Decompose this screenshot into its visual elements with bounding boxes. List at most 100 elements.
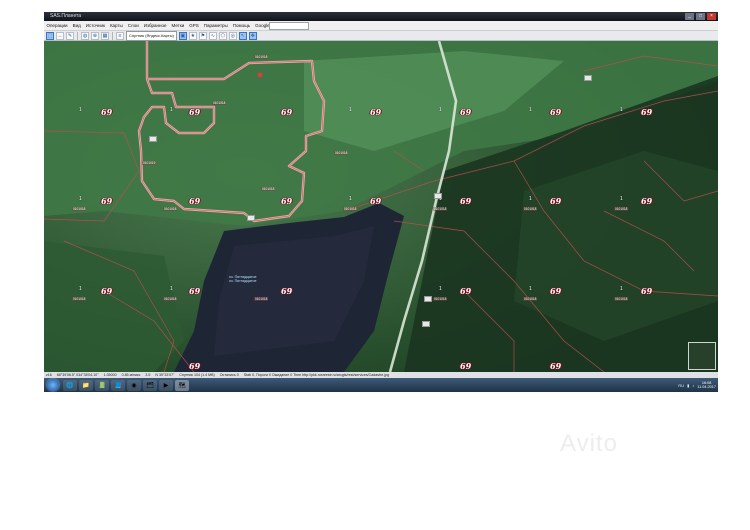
map-scale: 1:35000	[103, 373, 117, 377]
edit-icon[interactable]: ✎	[66, 31, 74, 40]
cursor-coordinates: 68°39'06.5" 034°35'04.10"	[56, 373, 99, 377]
map-marker	[149, 136, 157, 142]
map-source-select[interactable]: Спутник (Яндекс.Карты)	[126, 30, 177, 41]
menu-source[interactable]: Источник	[83, 21, 107, 30]
parcel-id: 0101018	[212, 101, 227, 105]
menu-view[interactable]: Вид	[70, 21, 83, 30]
grid-icon[interactable]: ▦	[101, 31, 109, 40]
zone-label: 69	[550, 107, 562, 117]
path-icon[interactable]: ∿	[208, 31, 217, 40]
ruler-icon[interactable]: ↔	[56, 31, 64, 40]
minimap[interactable]	[688, 342, 716, 370]
zone-label: 69	[460, 196, 472, 206]
sub-label: 1	[439, 286, 442, 292]
zoom-icon[interactable]: ⊕	[91, 31, 99, 40]
layers-icon[interactable]: ≡	[116, 31, 124, 40]
parcel-id: 0101018	[433, 207, 448, 211]
zone-label: 69	[550, 196, 562, 206]
zoom-level: z16	[46, 373, 52, 377]
volume-icon[interactable]: ♪	[692, 383, 694, 388]
zone-label: 69	[189, 107, 201, 117]
gps-icon[interactable]: ◎	[228, 31, 237, 40]
clock-date: 11.04.2017	[697, 385, 716, 389]
sub-label: 1	[439, 107, 442, 113]
zone-label: 69	[370, 107, 382, 117]
excel-icon[interactable]: 📗	[95, 379, 109, 391]
cursor-icon[interactable]: ↖	[238, 31, 247, 40]
search-input[interactable]	[269, 22, 309, 30]
parcel-id: 0101018	[433, 297, 448, 301]
resolution: 0.85 м/пикс	[121, 373, 141, 377]
parcel-id: 0101018	[614, 207, 629, 211]
title-bar: SAS.Планета _ □ ×	[44, 12, 718, 21]
close-button[interactable]: ×	[707, 13, 716, 20]
lake-label: оз. Пятнадцатое оз. Пятнадцатое	[229, 275, 256, 283]
select-icon[interactable]: ⬚	[46, 31, 54, 40]
explorer-icon[interactable]: 🗂	[143, 379, 157, 391]
menu-marks[interactable]: Метки	[169, 21, 187, 30]
sub-label: 1	[170, 107, 173, 113]
maximize-button[interactable]: □	[696, 13, 705, 20]
network-icon[interactable]: ▮	[687, 383, 689, 388]
sub-label: 1	[170, 286, 173, 292]
menu-maps[interactable]: Карты	[107, 21, 125, 30]
zone-label: 69	[281, 196, 293, 206]
tile-info: Спутник 104 (1.4 MB)	[179, 373, 215, 377]
sub-label: 1	[529, 286, 532, 292]
zone-label: 69	[550, 286, 562, 296]
globe-icon[interactable]: ◍	[81, 31, 89, 40]
latitude-readout: N 35°33'07"	[155, 373, 175, 377]
sub-label: 1	[349, 107, 352, 113]
sub-label: 1	[620, 196, 623, 202]
map-marker	[434, 193, 442, 199]
map-marker	[584, 75, 592, 81]
star-icon[interactable]: ★	[188, 31, 197, 40]
menu-settings[interactable]: Параметры	[201, 21, 230, 30]
zone-label: 69	[101, 286, 113, 296]
clock[interactable]: 16:08 11.04.2017	[697, 381, 716, 390]
menu-gps[interactable]: GPS	[187, 21, 202, 30]
overlay-icon[interactable]: ▣	[178, 31, 187, 40]
watermark: Avito	[560, 430, 618, 457]
minimize-button[interactable]: _	[685, 13, 694, 20]
menu-operations[interactable]: Операции	[44, 21, 70, 30]
toolbar: ⬚ ↔ ✎ ◍ ⊕ ▦ ≡ Спутник (Яндекс.Карты) ▣ ★…	[44, 30, 718, 41]
parcel-id: 0101018	[254, 55, 269, 59]
zone-label: 69	[641, 107, 653, 117]
language-indicator[interactable]: RU	[678, 383, 684, 388]
sub-label: 1	[529, 107, 532, 113]
parcel-id: 0101018	[261, 187, 276, 191]
sub-label: 1	[620, 107, 623, 113]
zone-label: 69	[460, 107, 472, 117]
queue-info: Остались 0	[219, 373, 239, 377]
zone-label: 69	[189, 361, 201, 371]
marker-icon[interactable]: ⚑	[198, 31, 207, 40]
move-icon[interactable]: ✥	[248, 31, 257, 40]
sub-label: 1	[529, 196, 532, 202]
menu-favorites[interactable]: Избранное	[141, 21, 169, 30]
location-marker	[257, 72, 263, 78]
ie-icon[interactable]: 🌐	[63, 379, 77, 391]
toolbar-separator	[112, 31, 113, 40]
folder-icon[interactable]: 📁	[79, 379, 93, 391]
system-tray: RU ▮ ♪ 16:08 11.04.2017	[678, 379, 716, 391]
parcel-id: 0101018	[163, 297, 178, 301]
download-status: Stab 0, Пороги 0 Ожидание 0 Time http://…	[243, 373, 390, 377]
media-icon[interactable]: ▶	[159, 379, 173, 391]
zone-label: 69	[281, 107, 293, 117]
word-icon[interactable]: 📘	[111, 379, 125, 391]
sasplanet-icon[interactable]: 🗺	[175, 379, 189, 391]
menu-help[interactable]: Помощь	[230, 21, 252, 30]
parcel-id: 0101018	[72, 207, 87, 211]
polygon-icon[interactable]: ⬠	[218, 31, 227, 40]
sub-label: 1	[79, 286, 82, 292]
map-marker	[422, 321, 430, 327]
parcel-id: 0101018	[614, 297, 629, 301]
menu-layers[interactable]: Слои	[125, 21, 141, 30]
start-button[interactable]	[47, 379, 59, 391]
parcel-id: 0101018	[254, 297, 269, 301]
toolbar-separator	[77, 31, 78, 40]
chrome-icon[interactable]: ◉	[127, 379, 141, 391]
zone-label: 69	[189, 196, 201, 206]
map-view[interactable]: 69 69 69 69 69 69 69 69 69 69 69 69 69 6…	[44, 41, 718, 372]
